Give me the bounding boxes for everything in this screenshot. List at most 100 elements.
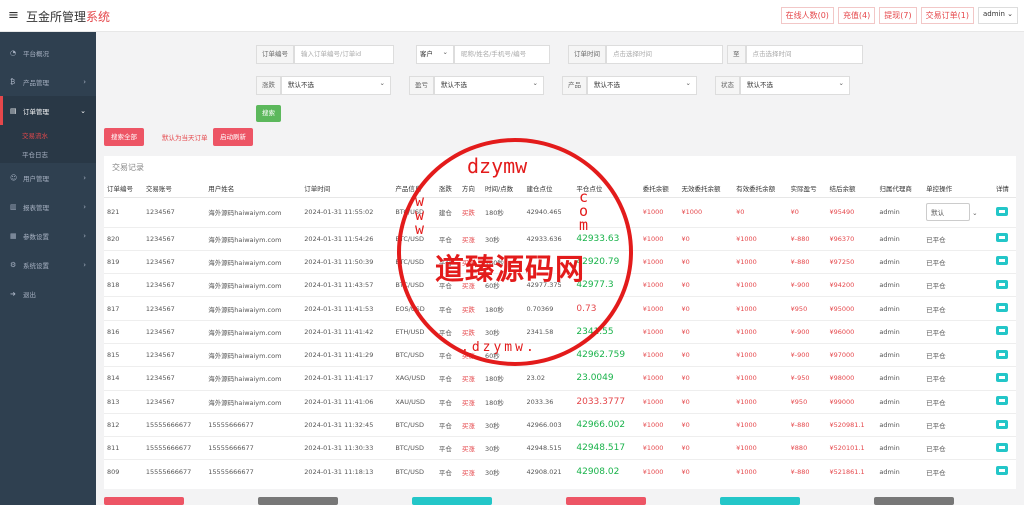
sidebar-item-users[interactable]: ☺ 用户管理 › xyxy=(0,163,96,192)
customer-type-select[interactable]: 客户 xyxy=(416,44,454,64)
table-cell: ¥1000 xyxy=(733,296,788,321)
table-cell: 已平仓 xyxy=(923,389,993,414)
table-cell: ¥1000 xyxy=(733,459,788,484)
sidebar-subitem-trade-flow[interactable]: 交易流水 xyxy=(0,125,96,144)
detail-view-icon[interactable] xyxy=(995,303,1008,313)
table-cell: 180秒 xyxy=(481,296,524,321)
auto-refresh-button[interactable]: 启动刷新 xyxy=(213,128,253,146)
order-control-select[interactable]: 默认 xyxy=(926,203,971,221)
online-count-link[interactable]: 在线人数(0) xyxy=(780,7,834,24)
sidebar-item-overview[interactable]: ◔ 平台概况 xyxy=(0,38,96,67)
sidebar-item-reports[interactable]: ▥ 报表管理 › xyxy=(0,192,96,221)
menu-toggle-icon[interactable]: ≡ xyxy=(8,8,19,23)
table-cell: admin xyxy=(876,412,924,437)
search-all-button[interactable]: 搜索全部 xyxy=(104,128,144,146)
sidebar-item-params[interactable]: ▦ 参数设置 › xyxy=(0,221,96,250)
table-cell: ¥520981.1 xyxy=(826,412,877,437)
table-cell xyxy=(992,196,1016,227)
search-button[interactable]: 搜索 xyxy=(256,105,281,122)
start-time-input[interactable]: 点击选择时间 xyxy=(606,45,723,64)
sidebar-item-products[interactable]: ₿ 产品管理 › xyxy=(0,67,96,96)
table-cell: 1234567 xyxy=(142,296,206,321)
table-cell: 42977.375 xyxy=(523,273,574,297)
nickname-input[interactable]: 昵称/姓名/手机号/编号 xyxy=(454,45,550,64)
table-cell: 180秒 xyxy=(481,389,524,414)
table-cell: ¥1000 xyxy=(733,366,788,391)
table-cell: ¥950 xyxy=(787,389,827,414)
recharge-link[interactable]: 充值(4) xyxy=(837,7,876,24)
table-cell: ¥97000 xyxy=(826,342,877,367)
table-cell: BTC/USD xyxy=(392,412,436,437)
table-cell: 平仓 xyxy=(435,436,459,460)
trade-orders-link[interactable]: 交易订单(1) xyxy=(920,7,974,24)
detail-view-icon[interactable] xyxy=(995,442,1008,452)
table-cell: ¥1000 xyxy=(639,249,679,274)
sidebar-subitem-close-log[interactable]: 平仓日志 xyxy=(0,144,96,163)
table-cell: ¥1000 xyxy=(733,412,788,437)
column-header: 涨跌 xyxy=(435,180,459,198)
table-cell: 30秒 xyxy=(481,436,524,460)
table-cell: XAG/USD xyxy=(392,366,436,391)
status-select[interactable]: 默认不选 xyxy=(740,75,850,95)
table-cell: admin xyxy=(876,296,924,321)
table-cell: 30秒 xyxy=(481,412,524,437)
table-cell: ¥1000 xyxy=(733,319,788,344)
detail-view-icon[interactable] xyxy=(995,466,1008,476)
table-cell: 15555666677 xyxy=(142,412,206,437)
table-cell: ¥1000 xyxy=(733,436,788,460)
detail-view-icon[interactable] xyxy=(995,419,1008,429)
table-cell: ¥94200 xyxy=(826,273,877,297)
product-select[interactable]: 默认不选 xyxy=(587,75,697,95)
table-cell: 海外源码haiwaiym.com xyxy=(205,389,302,414)
table-row: 809 15555666677 15555666677 2024-01-31 11:1… xyxy=(104,459,1016,484)
profit-select[interactable]: 默认不选 xyxy=(434,75,544,95)
top-nav: 在线人数(0) 充值(4) 提现(7) 交易订单(1) admin ⌄ xyxy=(780,7,1018,24)
table-cell: 30秒 xyxy=(481,459,524,484)
sidebar-item-orders[interactable]: ▤ 订单管理 ⌄ xyxy=(0,96,96,125)
table-cell: ¥1000 xyxy=(733,342,788,367)
table-cell: 2024-01-31 11:30:33 xyxy=(301,436,393,460)
rise-fall-label: 涨跌 xyxy=(256,76,281,95)
summary-card xyxy=(566,497,646,505)
table-cell: ¥1000 xyxy=(639,389,679,414)
user-menu[interactable]: admin ⌄ xyxy=(977,7,1018,24)
table-row: 819 1234567 海外源码haiwaiym.com 2024-01-31 11:… xyxy=(104,249,1016,274)
document-icon: ▤ xyxy=(10,106,17,115)
report-icon: ▥ xyxy=(10,202,17,211)
detail-view-icon[interactable] xyxy=(995,279,1008,289)
detail-view-icon[interactable] xyxy=(995,256,1008,266)
table-cell: 已平仓 xyxy=(923,226,993,251)
trade-records-panel: 交易记录 订单编号 交易账号 用户姓名 订单时间 产品信息 涨跌 方向 时间/点数 建仓点位 平仓… xyxy=(104,156,1016,489)
withdraw-link[interactable]: 提现(7) xyxy=(879,7,917,24)
table-cell: ¥95000 xyxy=(826,296,877,321)
table-cell: 2024-01-31 11:41:17 xyxy=(301,366,393,391)
table-cell: 0.73 xyxy=(573,296,640,321)
sidebar-item-logout[interactable]: ➜ 退出 xyxy=(0,279,96,308)
table-cell: 海外源码haiwaiym.com xyxy=(205,319,302,344)
column-header: 实际盈亏 xyxy=(787,180,827,198)
table-cell: 2024-01-31 11:41:06 xyxy=(301,389,393,414)
order-no-input[interactable]: 输入订单编号/订单id xyxy=(294,45,394,64)
detail-view-icon[interactable] xyxy=(995,349,1008,359)
sidebar-item-system[interactable]: ⚙ 系统设置 › xyxy=(0,250,96,279)
detail-view-icon[interactable] xyxy=(995,396,1008,406)
table-cell: 15555666677 xyxy=(142,436,206,460)
detail-view-icon[interactable] xyxy=(995,206,1008,216)
table-cell: 15555666677 xyxy=(205,459,302,484)
table-cell: ¥0 xyxy=(678,319,734,344)
profit-label: 盈亏 xyxy=(409,76,434,95)
rise-fall-select[interactable]: 默认不选 xyxy=(281,75,391,95)
summary-card xyxy=(412,497,492,505)
table-cell: 2024-01-31 11:50:39 xyxy=(301,249,393,274)
detail-view-icon[interactable] xyxy=(995,372,1008,382)
table-cell: admin xyxy=(876,273,924,297)
table-cell: 买涨 xyxy=(458,366,482,391)
detail-view-icon[interactable] xyxy=(995,326,1008,336)
app-title: 互金所管理系统 xyxy=(26,10,111,24)
table-cell xyxy=(992,273,1016,297)
table-row: 813 1234567 海外源码haiwaiym.com 2024-01-31 11:… xyxy=(104,389,1016,414)
detail-view-icon[interactable] xyxy=(995,233,1008,243)
end-time-input[interactable]: 点击选择时间 xyxy=(745,45,863,64)
table-cell: 平仓 xyxy=(435,319,459,344)
table-cell: ¥1000 xyxy=(639,226,679,251)
